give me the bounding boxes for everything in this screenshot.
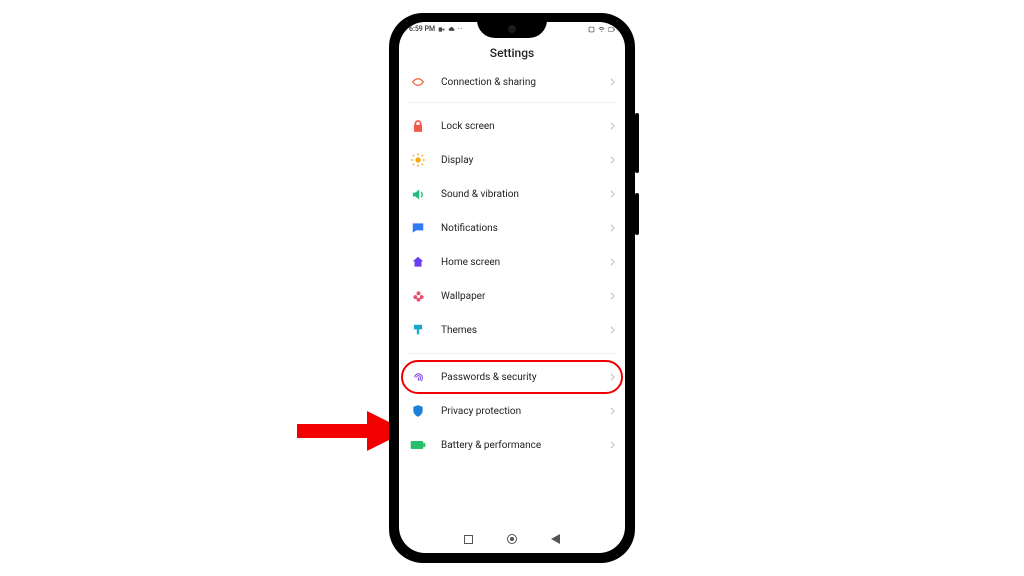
- settings-row-label: Battery & performance: [441, 440, 610, 451]
- battery-icon: [608, 26, 615, 33]
- divider: [409, 353, 615, 354]
- dots-icon: ··: [458, 26, 463, 33]
- settings-row-battery-perf[interactable]: Battery & performance: [409, 428, 615, 462]
- settings-row-label: Wallpaper: [441, 291, 610, 302]
- chevron-right-icon: [610, 156, 615, 164]
- status-time: 6:59 PM: [409, 25, 435, 33]
- sun-icon: [409, 151, 427, 169]
- settings-row-wallpaper[interactable]: Wallpaper: [409, 279, 615, 313]
- settings-list[interactable]: Connection & sharing Lock screen Display: [399, 68, 625, 462]
- divider: [409, 102, 615, 103]
- phone-frame: 6:59 PM ·· Settings Connection & sharing: [389, 13, 635, 563]
- settings-row-home-screen[interactable]: Home screen: [409, 245, 615, 279]
- brush-icon: [409, 321, 427, 339]
- settings-row-label: Passwords & security: [441, 372, 610, 383]
- settings-row-label: Notifications: [441, 223, 610, 234]
- rotate-icon: [588, 26, 595, 33]
- settings-row-passwords-security[interactable]: Passwords & security: [409, 360, 615, 394]
- flower-icon: [409, 287, 427, 305]
- screen: 6:59 PM ·· Settings Connection & sharing: [399, 22, 625, 553]
- chevron-right-icon: [610, 122, 615, 130]
- chevron-right-icon: [610, 441, 615, 449]
- settings-row-label: Privacy protection: [441, 406, 610, 417]
- cloud-icon: [448, 26, 455, 33]
- fingerprint-icon: [409, 368, 427, 386]
- chevron-right-icon: [610, 292, 615, 300]
- chevron-right-icon: [610, 258, 615, 266]
- settings-row-label: Display: [441, 155, 610, 166]
- chevron-right-icon: [610, 224, 615, 232]
- home-icon: [409, 253, 427, 271]
- nav-bar: [399, 529, 625, 549]
- notch: [477, 22, 547, 38]
- record-icon: [438, 26, 445, 33]
- chevron-right-icon: [610, 78, 615, 86]
- nav-home-icon[interactable]: [507, 534, 517, 544]
- volume-button: [635, 113, 639, 173]
- chevron-right-icon: [610, 407, 615, 415]
- settings-row-sound[interactable]: Sound & vibration: [409, 177, 615, 211]
- settings-row-display[interactable]: Display: [409, 143, 615, 177]
- settings-row-label: Connection & sharing: [441, 77, 610, 88]
- chevron-right-icon: [610, 373, 615, 381]
- chevron-right-icon: [610, 326, 615, 334]
- power-button: [635, 193, 639, 235]
- settings-row-label: Home screen: [441, 257, 610, 268]
- share-icon: [409, 73, 427, 91]
- chevron-right-icon: [610, 190, 615, 198]
- nav-recent-icon[interactable]: [464, 535, 473, 544]
- settings-row-privacy-protection[interactable]: Privacy protection: [409, 394, 615, 428]
- battery-big-icon: [409, 436, 427, 454]
- shield-icon: [409, 402, 427, 420]
- nav-back-icon[interactable]: [551, 534, 560, 544]
- settings-row-label: Themes: [441, 325, 610, 336]
- lock-icon: [409, 117, 427, 135]
- settings-row-notifications[interactable]: Notifications: [409, 211, 615, 245]
- settings-row-connection-sharing[interactable]: Connection & sharing: [409, 68, 615, 96]
- msg-icon: [409, 219, 427, 237]
- settings-row-label: Lock screen: [441, 121, 610, 132]
- settings-row-label: Sound & vibration: [441, 189, 610, 200]
- settings-row-themes[interactable]: Themes: [409, 313, 615, 347]
- wifi-icon: [598, 26, 605, 33]
- settings-row-lock-screen[interactable]: Lock screen: [409, 109, 615, 143]
- sound-icon: [409, 185, 427, 203]
